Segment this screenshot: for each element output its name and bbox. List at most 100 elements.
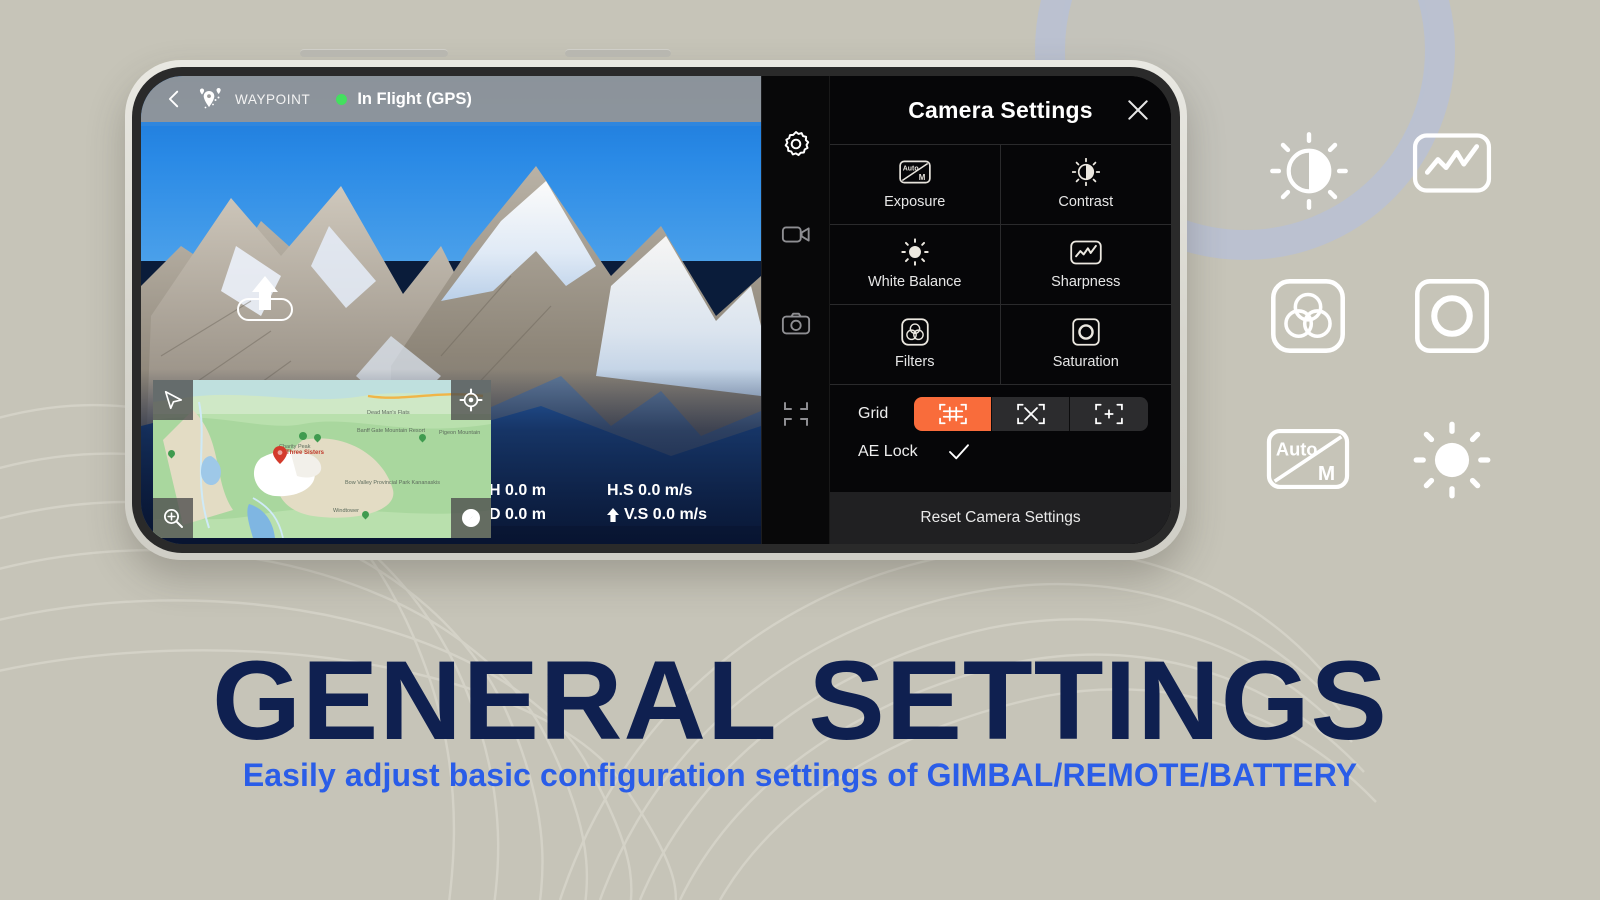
phone-mockup: WAYPOINT In Flight (GPS) H 0.0 m H.S 0.0… (125, 49, 1187, 560)
setting-exposure[interactable]: Auto M Exposure (830, 145, 1001, 225)
waypoint-pins-icon (199, 88, 221, 109)
crosshair-target-icon (459, 388, 483, 412)
sun-icon (901, 238, 929, 266)
decor-contrast-icon-wrap (1270, 132, 1348, 210)
map-target-marker (273, 446, 287, 464)
grid-diagonal-option[interactable] (992, 397, 1071, 431)
map-zoom-button[interactable] (153, 498, 193, 538)
ae-lock-row: AE Lock (830, 441, 1171, 475)
setting-filters[interactable]: Filters (830, 305, 1001, 385)
decor-white-balance-icon-wrap (1412, 420, 1492, 500)
gear-icon (784, 131, 809, 157)
decor-saturation-icon-wrap (1412, 278, 1492, 354)
panel-header: Camera Settings (830, 76, 1171, 144)
cursor-arrow-icon (164, 390, 183, 410)
collapse-button[interactable] (780, 398, 812, 430)
grid-plus-frame-icon (1095, 403, 1124, 425)
map-orientation-button[interactable] (153, 380, 193, 420)
compass-icon (462, 509, 480, 527)
flight-status-bar: WAYPOINT In Flight (GPS) (141, 76, 761, 122)
map-label-pigeon-mountain: Pigeon Mountain (439, 430, 481, 436)
grid-lines-option[interactable] (914, 397, 993, 431)
telemetry-vspeed-wrap: V.S 0.0 m/s (607, 506, 707, 524)
svg-text:Auto: Auto (1276, 438, 1318, 459)
photo-mode-button[interactable] (780, 308, 812, 340)
gps-status-dot (336, 93, 348, 105)
settings-gear-button[interactable] (780, 128, 812, 160)
map-marker-label: Three Sisters (286, 450, 325, 456)
checkmark-icon[interactable] (948, 443, 970, 461)
setting-white-balance[interactable]: White Balance (830, 225, 1001, 305)
auto-manual-icon: Auto M (1266, 428, 1350, 490)
video-mode-button[interactable] (780, 218, 812, 250)
status-accent-strip (141, 122, 761, 126)
setting-label: Sharpness (1051, 274, 1121, 290)
setting-label: White Balance (868, 274, 962, 290)
grid-hash-frame-icon (938, 403, 967, 425)
svg-text:Auto: Auto (903, 166, 919, 173)
map-label-bow-valley: Bow Valley Provincial Park Kananaskis (345, 480, 440, 486)
grid-setting-row: Grid (830, 385, 1171, 441)
three-circles-icon (901, 318, 929, 346)
ring-in-square-icon (1415, 279, 1489, 353)
telemetry-overlay: H 0.0 m H.S 0.0 m/s D 0.0 m V.S 0.0 m/s (489, 482, 707, 524)
page-subtitle: Easily adjust basic configuration settin… (242, 757, 1358, 793)
sun-icon (1413, 421, 1491, 499)
map-canvas (153, 380, 491, 538)
decor-filters-icon-wrap (1268, 278, 1348, 354)
camera-icon (781, 312, 810, 335)
setting-contrast[interactable]: Contrast (1000, 145, 1171, 225)
panel-title: Camera Settings (908, 96, 1093, 123)
flight-mode-label: WAYPOINT (235, 91, 311, 107)
page-title: GENERAL SETTINGS (212, 638, 1388, 763)
video-camera-icon (781, 226, 810, 243)
chevron-left-icon[interactable] (163, 88, 185, 110)
contrast-sun-icon (1071, 158, 1100, 186)
map-label-dead-mans-flats: Dead Man's Flats (367, 410, 410, 416)
mini-map[interactable]: Dead Man's Flats Banff Gate Mountain Res… (153, 380, 491, 538)
grid-segmented-control (914, 397, 1149, 431)
grid-center-option[interactable] (1070, 397, 1149, 431)
reset-camera-settings-button[interactable]: Reset Camera Settings (830, 492, 1171, 544)
three-circles-icon (1271, 279, 1345, 353)
setting-label: Exposure (884, 194, 946, 210)
close-x-icon[interactable] (1125, 97, 1151, 123)
auto-manual-icon: Auto M (899, 159, 931, 185)
grid-label: Grid (858, 405, 889, 422)
ring-in-square-icon (1072, 318, 1100, 346)
camera-tool-rail (761, 76, 829, 544)
decor-exposure-icon-wrap: Auto M (1266, 428, 1350, 490)
telemetry-vspeed: V.S 0.0 m/s (624, 506, 708, 523)
contrast-sun-icon (1270, 132, 1348, 210)
ae-lock-label: AE Lock (858, 443, 918, 460)
telemetry-hspeed: H.S 0.0 m/s (607, 482, 693, 499)
zigzag-graph-icon (1070, 239, 1102, 265)
map-label-windtower: Windtower (333, 508, 359, 514)
setting-sharpness[interactable]: Sharpness (1000, 225, 1171, 305)
screenshot-root: WAYPOINT In Flight (GPS) H 0.0 m H.S 0.0… (0, 0, 1600, 900)
arrow-up-takeoff-icon[interactable] (249, 274, 281, 316)
phone-volume-button (300, 49, 448, 57)
reset-label: Reset Camera Settings (920, 509, 1081, 526)
flight-status-text: In Flight (GPS) (357, 89, 472, 108)
map-label-banff-gate: Banff Gate Mountain Resort (357, 428, 426, 434)
setting-label: Contrast (1058, 194, 1114, 210)
collapse-arrows-icon (783, 402, 808, 426)
drone-video-feed: WAYPOINT In Flight (GPS) H 0.0 m H.S 0.0… (141, 76, 761, 544)
setting-saturation[interactable]: Saturation (1000, 305, 1171, 385)
map-compass-button[interactable] (451, 498, 491, 538)
map-recenter-button[interactable] (451, 380, 491, 420)
setting-label: Saturation (1052, 354, 1119, 370)
telemetry-height: H 0.0 m (489, 482, 546, 499)
phone-bezel: WAYPOINT In Flight (GPS) H 0.0 m H.S 0.0… (132, 67, 1180, 553)
telemetry-distance: D 0.0 m (489, 506, 546, 523)
grid-x-frame-icon (1016, 403, 1045, 425)
decor-sharpness-icon-wrap (1412, 132, 1492, 194)
camera-settings-panel: Camera Settings Auto M Exposure Contrast… (829, 76, 1171, 544)
svg-text:M: M (1318, 462, 1335, 485)
arrow-up-icon (607, 508, 619, 522)
phone-screen: WAYPOINT In Flight (GPS) H 0.0 m H.S 0.0… (141, 76, 1171, 544)
magnifier-plus-icon (164, 509, 183, 528)
camera-settings-grid: Auto M Exposure Contrast White Balance S… (830, 144, 1171, 385)
svg-text:M: M (919, 173, 926, 182)
